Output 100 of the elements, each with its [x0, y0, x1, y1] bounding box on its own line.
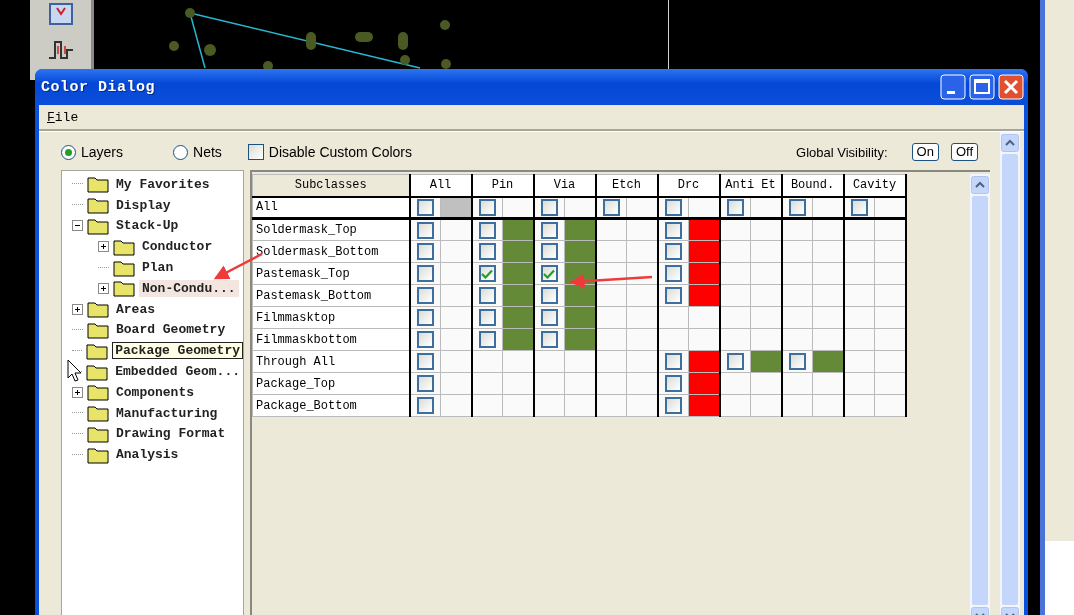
visibility-checkbox[interactable] [726, 353, 744, 370]
tree-item[interactable]: My Favorites [113, 175, 213, 193]
visibility-checkbox[interactable] [478, 287, 496, 304]
visibility-checkbox[interactable] [664, 287, 682, 304]
subclass-cell: Soldermask_Top [252, 218, 410, 241]
visibility-checkbox[interactable] [664, 265, 682, 282]
close-icon[interactable] [998, 74, 1024, 100]
checkbox-option[interactable]: Disable Custom Colors [247, 144, 412, 160]
column-header: Cavity [843, 174, 906, 197]
visibility-checkbox[interactable] [726, 198, 744, 216]
visibility-checkbox[interactable] [602, 198, 620, 216]
subclass-cell: Package_Bottom [252, 394, 410, 417]
minimize-icon[interactable] [940, 74, 966, 100]
tree-item[interactable]: Conductor [139, 238, 216, 256]
visibility-checkbox[interactable] [788, 198, 806, 216]
expander-icon[interactable] [72, 303, 83, 315]
visibility-checkbox[interactable] [478, 198, 496, 216]
subclass-cell: Through All [252, 350, 410, 373]
visibility-checkbox[interactable] [478, 331, 496, 348]
window-title: Color Dialog [41, 78, 156, 96]
visibility-checkbox[interactable] [416, 243, 434, 260]
tree-item[interactable]: Non-Condu... [139, 279, 239, 297]
tree-item[interactable]: Board Geometry [113, 321, 229, 339]
visibility-checkbox[interactable] [540, 331, 558, 348]
global-visibility-label: Global Visibility: [796, 144, 888, 160]
visibility-checkbox[interactable] [416, 198, 434, 216]
subclass-cell: Filmmaskbottom [252, 328, 410, 351]
subclass-cell: All [252, 196, 410, 219]
visibility-checkbox[interactable] [664, 375, 682, 392]
visibility-checkbox[interactable] [664, 198, 682, 216]
visibility-checkbox[interactable] [664, 243, 682, 260]
visibility-checkbox[interactable] [850, 198, 868, 216]
folder-icon [87, 196, 109, 215]
tree-item[interactable]: Embedded Geom... [112, 363, 243, 381]
visibility-checkbox[interactable] [416, 375, 434, 392]
subclass-cell: Pastemask_Bottom [252, 284, 410, 307]
visibility-checkbox[interactable] [416, 353, 434, 370]
visibility-button[interactable]: On [911, 143, 939, 161]
tree-item[interactable]: Display [113, 196, 174, 214]
tree-item[interactable]: Areas [113, 300, 158, 318]
tree-item[interactable]: Plan [139, 259, 177, 277]
subclass-cell: Pastemask_Top [252, 262, 410, 285]
column-header: Anti Et [719, 174, 782, 197]
subclass-cell: Soldermask_Bottom [252, 240, 410, 263]
visibility-checkbox[interactable] [416, 221, 434, 239]
expander-icon[interactable] [72, 386, 83, 398]
visibility-checkbox[interactable] [416, 397, 434, 414]
visibility-checkbox[interactable] [416, 265, 434, 282]
maximize-icon[interactable] [969, 74, 995, 100]
tree-item[interactable]: Analysis [113, 446, 182, 464]
tree-item[interactable]: Manufacturing [113, 404, 221, 422]
visibility-checkbox[interactable] [540, 287, 558, 304]
visibility-checkbox[interactable] [664, 221, 682, 239]
radio-option[interactable]: Nets [173, 144, 222, 160]
folder-icon [87, 424, 109, 443]
scroll-up-icon[interactable] [971, 176, 989, 194]
folder-icon [86, 362, 109, 381]
expander-icon[interactable] [98, 241, 109, 253]
tree-item[interactable]: Stack-Up [113, 217, 182, 235]
column-header: Via [533, 174, 596, 197]
column-header: Etch [595, 174, 658, 197]
scrollbar[interactable] [1000, 132, 1020, 615]
folder-icon [87, 175, 109, 194]
folder-icon [113, 237, 135, 256]
folder-icon [87, 300, 109, 319]
radio-option[interactable]: Layers [61, 144, 124, 160]
visibility-checkbox[interactable] [540, 265, 558, 282]
folder-icon [87, 404, 109, 423]
expander-icon[interactable] [98, 282, 109, 294]
scrollbar[interactable] [970, 174, 990, 615]
column-header: Bound. [781, 174, 844, 197]
visibility-checkbox[interactable] [416, 331, 434, 348]
visibility-checkbox[interactable] [416, 309, 434, 326]
visibility-checkbox[interactable] [664, 353, 682, 370]
scroll-up-icon[interactable] [1001, 134, 1019, 152]
visibility-checkbox[interactable] [478, 309, 496, 326]
visibility-checkbox[interactable] [416, 287, 434, 304]
visibility-button[interactable]: Off [950, 143, 978, 161]
visibility-checkbox[interactable] [478, 221, 496, 239]
folder-icon [113, 258, 135, 277]
folder-icon [87, 383, 109, 402]
subclass-cell: Filmmasktop [252, 306, 410, 329]
layer-tool-icon[interactable] [46, 2, 75, 28]
visibility-checkbox[interactable] [540, 221, 558, 239]
column-header: Drc [657, 174, 720, 197]
visibility-checkbox[interactable] [788, 353, 806, 370]
visibility-checkbox[interactable] [478, 243, 496, 260]
column-header: Pin [471, 174, 534, 197]
folder-icon [87, 445, 109, 464]
visibility-checkbox[interactable] [540, 198, 558, 216]
expander-icon[interactable] [72, 220, 83, 232]
menu-item[interactable]: File [47, 109, 79, 125]
column-header: All [409, 174, 472, 197]
visibility-checkbox[interactable] [664, 397, 682, 414]
tree-item[interactable]: Drawing Format [113, 425, 229, 443]
visibility-checkbox[interactable] [540, 243, 558, 260]
tree-item[interactable]: Package Geometry [112, 342, 243, 360]
visibility-checkbox[interactable] [478, 265, 496, 282]
tree-item[interactable]: Components [113, 383, 197, 401]
visibility-checkbox[interactable] [540, 309, 558, 326]
